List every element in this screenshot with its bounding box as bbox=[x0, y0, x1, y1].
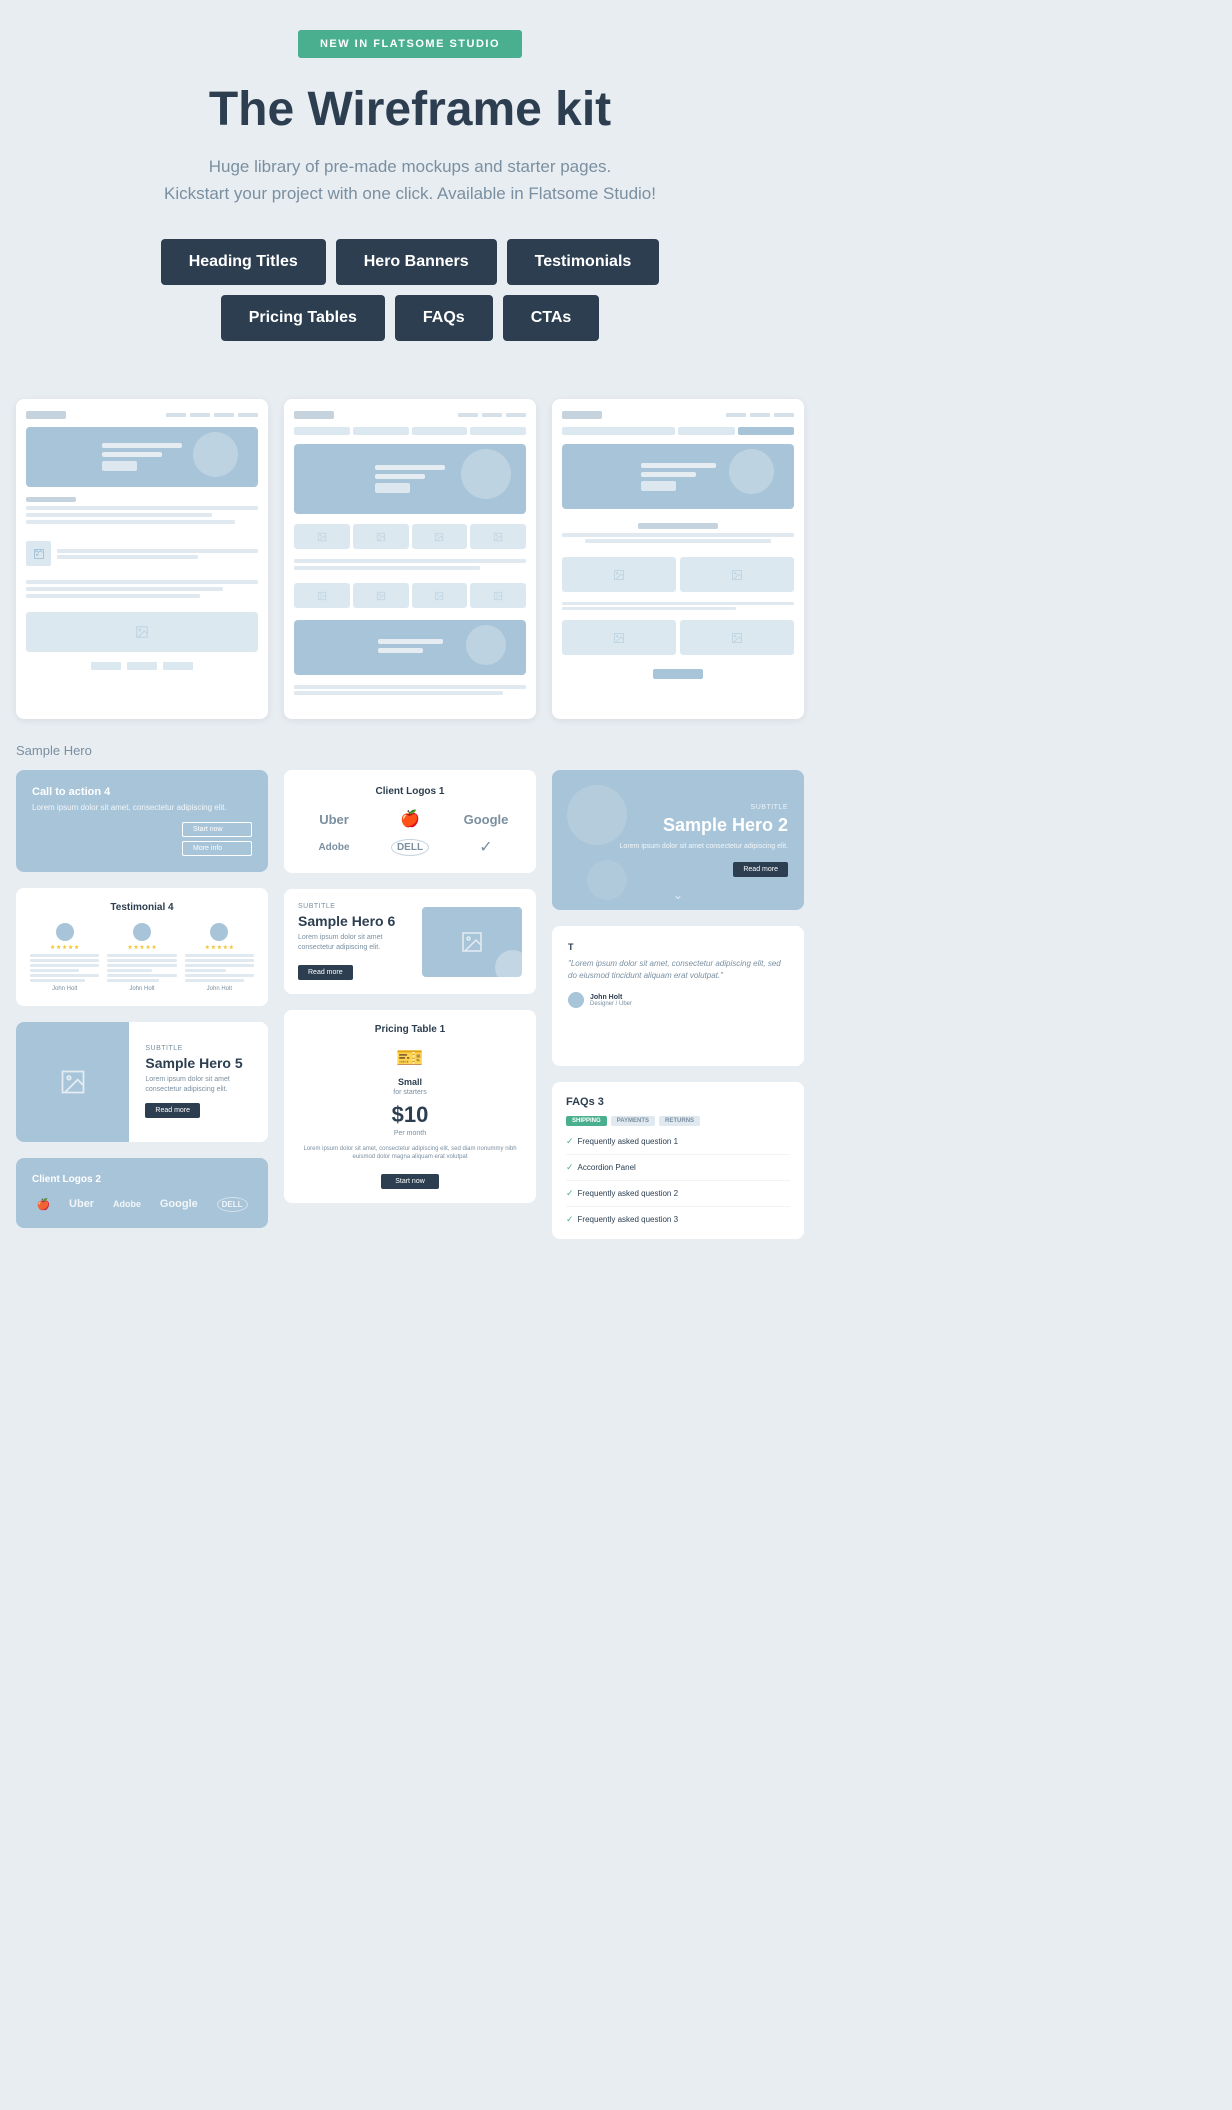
hero5-img bbox=[16, 1022, 129, 1142]
cta-text: Lorem ipsum dolor sit amet, consectetur … bbox=[32, 802, 252, 813]
preview-section bbox=[0, 391, 820, 727]
subtitle: Huge library of pre-made mockups and sta… bbox=[20, 153, 800, 207]
testimonial-item-2: John Holt bbox=[107, 923, 176, 992]
preview-card-2 bbox=[284, 399, 536, 719]
pricing-tables-button[interactable]: Pricing Tables bbox=[221, 295, 385, 341]
faqs-title: FAQs 3 bbox=[566, 1096, 790, 1108]
logo-apple: 🍎 bbox=[376, 809, 444, 829]
hero2-btn[interactable]: Read more bbox=[733, 862, 788, 877]
faqs-item-3[interactable]: ✓ Frequently asked question 2 bbox=[566, 1188, 790, 1207]
testimonial-item-3: John Holt bbox=[185, 923, 254, 992]
pricing-card: Pricing Table 1 🎫 Small for starters $10… bbox=[284, 1010, 536, 1203]
preview-card-3 bbox=[552, 399, 804, 719]
left-column: Call to action 4 Lorem ipsum dolor sit a… bbox=[8, 762, 276, 1247]
pricing-text: Lorem ipsum dolor sit amet, consectetur … bbox=[298, 1145, 522, 1162]
hero6-card: SUBTITLE Sample Hero 6 Lorem ipsum dolor… bbox=[284, 889, 536, 994]
pricing-icon: 🎫 bbox=[298, 1045, 522, 1071]
faqs-item-text-1: Frequently asked question 1 bbox=[578, 1137, 679, 1146]
logo2-apple: 🍎 bbox=[36, 1198, 50, 1211]
hero6-text: Lorem ipsum dolor sit amet consectetur a… bbox=[298, 933, 412, 953]
faqs-check-3: ✓ bbox=[566, 1188, 574, 1199]
hero6-title: Sample Hero 6 bbox=[298, 913, 412, 929]
faqs-item-4[interactable]: ✓ Frequently asked question 3 bbox=[566, 1214, 790, 1225]
faqs-check-4: ✓ bbox=[566, 1214, 574, 1225]
faqs-item-1[interactable]: ✓ Frequently asked question 1 bbox=[566, 1136, 790, 1155]
hero6-img bbox=[422, 907, 522, 977]
bottom-grid: Call to action 4 Lorem ipsum dolor sit a… bbox=[0, 762, 820, 1247]
faqs-card: FAQs 3 SHIPPING PAYMENTS RETURNS ✓ Frequ… bbox=[552, 1082, 804, 1239]
testimonial-name-3: John Holt bbox=[185, 986, 254, 992]
faqs-check-2: ✓ bbox=[566, 1162, 574, 1173]
testimonials-button[interactable]: Testimonials bbox=[507, 239, 660, 285]
cta-btn2[interactable]: More info bbox=[182, 841, 252, 856]
testimonial-big-name: John Holt bbox=[590, 994, 632, 1001]
faqs-item-text-2: Accordion Panel bbox=[578, 1163, 636, 1172]
faqs-tabs: SHIPPING PAYMENTS RETURNS bbox=[566, 1116, 790, 1126]
btn-group-row1: Heading Titles Hero Banners Testimonials bbox=[20, 239, 800, 285]
faqs-button[interactable]: FAQs bbox=[395, 295, 493, 341]
logo-adobe: Adobe bbox=[300, 842, 368, 853]
testimonial-big-quote: "Lorem ipsum dolor sit amet, consectetur… bbox=[568, 958, 788, 982]
logo-nike: ✓ bbox=[452, 837, 520, 857]
client-logos1-title: Client Logos 1 bbox=[300, 786, 520, 797]
hero6-subtitle: SUBTITLE bbox=[298, 903, 412, 910]
heading-titles-button[interactable]: Heading Titles bbox=[161, 239, 326, 285]
right-column: SUBTITLE Sample Hero 2 Lorem ipsum dolor… bbox=[544, 762, 812, 1247]
ctas-button[interactable]: CTAs bbox=[503, 295, 600, 341]
logo-uber: Uber bbox=[300, 812, 368, 827]
hero6-read-more[interactable]: Read more bbox=[298, 965, 353, 980]
preview-card-1 bbox=[16, 399, 268, 719]
logo2-adobe: Adobe bbox=[113, 1199, 141, 1209]
new-badge[interactable]: NEW IN FLATSOME STUDIO bbox=[298, 30, 522, 58]
logo-dell: DELL bbox=[391, 839, 429, 856]
testimonial-card: Testimonial 4 John Holt bbox=[16, 888, 268, 1006]
faqs-tab-shipping[interactable]: SHIPPING bbox=[566, 1116, 607, 1126]
faqs-item-2[interactable]: ✓ Accordion Panel bbox=[566, 1162, 790, 1181]
testimonial-big-card: T "Lorem ipsum dolor sit amet, consectet… bbox=[552, 926, 804, 1066]
logo2-uber: Uber bbox=[69, 1198, 94, 1210]
testimonial-big-avatar bbox=[568, 992, 584, 1008]
testimonial-name-1: John Holt bbox=[30, 986, 99, 992]
pricing-price: $10 bbox=[298, 1102, 522, 1128]
cta-title: Call to action 4 bbox=[32, 786, 252, 798]
header-section: NEW IN FLATSOME STUDIO The Wireframe kit… bbox=[0, 0, 820, 371]
pricing-plan: Small bbox=[298, 1077, 522, 1087]
hero5-card: SUBTITLE Sample Hero 5 Lorem ipsum dolor… bbox=[16, 1022, 268, 1142]
sample-hero-label: Sample Hero bbox=[0, 727, 820, 758]
faqs-check-1: ✓ bbox=[566, 1136, 574, 1147]
testimonial-big-role: Designer / Uber bbox=[590, 1001, 632, 1007]
faqs-item-text-3: Frequently asked question 2 bbox=[578, 1189, 679, 1198]
main-title: The Wireframe kit bbox=[20, 82, 800, 137]
hero5-title: Sample Hero 5 bbox=[145, 1055, 252, 1071]
logo2-dell: DELL bbox=[217, 1197, 248, 1212]
testimonial-title: Testimonial 4 bbox=[30, 902, 254, 913]
testimonial-big-title: T bbox=[568, 942, 788, 952]
pricing-title: Pricing Table 1 bbox=[298, 1024, 522, 1035]
pricing-desc: for starters bbox=[298, 1089, 522, 1096]
hero5-text: Lorem ipsum dolor sit amet consectetur a… bbox=[145, 1075, 252, 1095]
hero2-chevron: ⌄ bbox=[673, 888, 683, 902]
client-logos2-card: Client Logos 2 🍎 Uber Adobe Google DELL bbox=[16, 1158, 268, 1228]
logo2-google: Google bbox=[160, 1198, 198, 1210]
pricing-period: Per month bbox=[298, 1130, 522, 1137]
cta-btn1[interactable]: Start now bbox=[182, 822, 252, 837]
client-logos2-title: Client Logos 2 bbox=[32, 1174, 252, 1185]
pricing-btn[interactable]: Start now bbox=[381, 1174, 439, 1189]
client-logos1-card: Client Logos 1 Uber 🍎 Google Adobe DELL … bbox=[284, 770, 536, 873]
testimonial-name-2: John Holt bbox=[107, 986, 176, 992]
hero-banners-button[interactable]: Hero Banners bbox=[336, 239, 497, 285]
faqs-item-text-4: Frequently asked question 3 bbox=[578, 1215, 679, 1224]
cta-card: Call to action 4 Lorem ipsum dolor sit a… bbox=[16, 770, 268, 871]
hero2-card: SUBTITLE Sample Hero 2 Lorem ipsum dolor… bbox=[552, 770, 804, 910]
hero5-subtitle: SUBTITLE bbox=[145, 1045, 252, 1052]
middle-column: Client Logos 1 Uber 🍎 Google Adobe DELL … bbox=[276, 762, 544, 1247]
logo-google: Google bbox=[452, 812, 520, 827]
testimonial-item-1: John Holt bbox=[30, 923, 99, 992]
faqs-tab-returns[interactable]: RETURNS bbox=[659, 1116, 700, 1126]
hero5-read-more[interactable]: Read more bbox=[145, 1103, 200, 1118]
btn-group-row2: Pricing Tables FAQs CTAs bbox=[20, 295, 800, 341]
faqs-tab-payments[interactable]: PAYMENTS bbox=[611, 1116, 655, 1126]
